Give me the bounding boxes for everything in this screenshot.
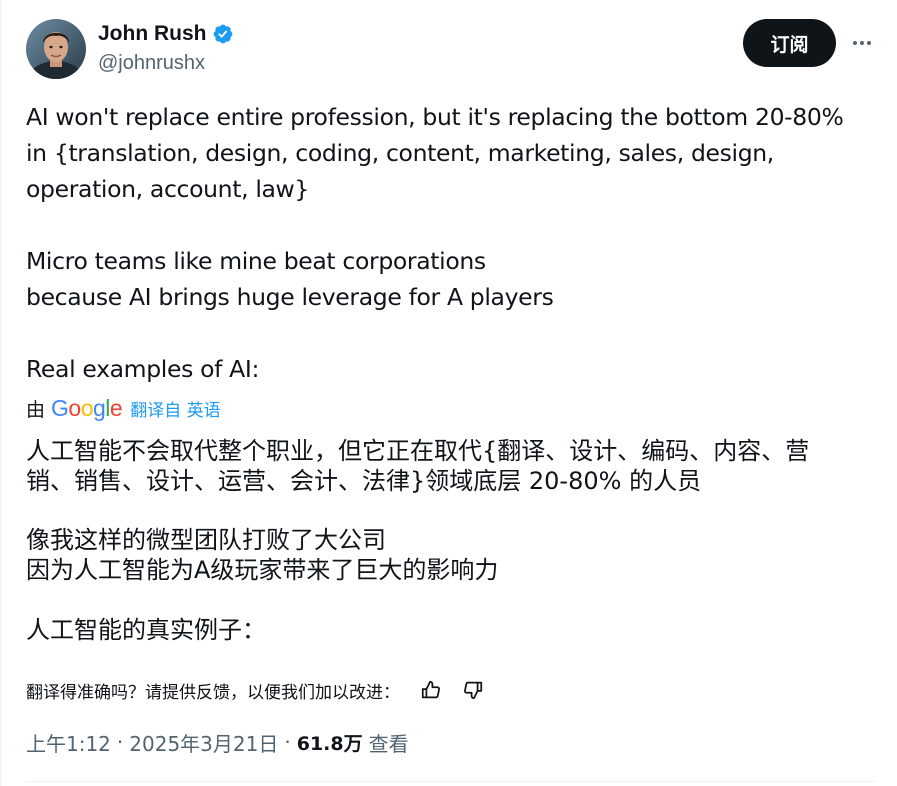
author-handle[interactable]: @johnrushx — [98, 52, 205, 75]
meta-separator: · — [116, 730, 124, 754]
google-logo-letter: e — [109, 394, 123, 421]
views-label[interactable]: 查看 — [369, 728, 409, 757]
author-name[interactable]: John Rush — [98, 22, 207, 46]
left-border — [0, 0, 1, 786]
subscribe-button[interactable]: 订阅 — [743, 19, 836, 67]
tweet-line: operation, account, law} — [26, 175, 310, 203]
translated-line: 人工智能的真实例子： — [26, 616, 266, 644]
avatar-image — [26, 19, 86, 79]
google-logo-letter: o — [80, 394, 94, 421]
thumbs-down-icon[interactable] — [458, 675, 488, 705]
translated-line: 销、销售、设计、运营、会计、法律}领域底层 20-80% 的人员 — [26, 467, 702, 495]
feedback-prompt: 翻译得准确吗？请提供反馈，以便我们加以改进： — [26, 682, 400, 703]
translation-source-link[interactable]: 翻译自 英语 — [130, 396, 220, 421]
meta-separator: · — [284, 730, 291, 754]
google-logo-letter: o — [68, 394, 81, 421]
more-horizontal-icon[interactable] — [845, 26, 879, 60]
tweet-time[interactable]: 上午1:12 — [26, 728, 111, 757]
tweet-meta: 上午1:12 · 2025年3月21日 · 61.8万 查看 — [26, 727, 409, 757]
avatar[interactable] — [26, 19, 86, 79]
thumbs-up-icon[interactable] — [416, 675, 446, 705]
tweet-line: Micro teams like mine beat corporations — [26, 247, 486, 275]
tweet-detail: John Rush @johnrushx 订阅 AI won't replace… — [0, 0, 897, 786]
google-logo-letter: g — [93, 394, 106, 421]
tweet-line: Real examples of AI: — [26, 355, 260, 383]
translation-attribution: 由 Google 翻译自 英语 — [26, 393, 221, 423]
tweet-line: in {translation, design, coding, content… — [26, 139, 774, 167]
tweet-date[interactable]: 2025年3月21日 — [129, 728, 278, 757]
translated-by-label: 由 — [26, 398, 46, 421]
tweet-line: because AI brings huge leverage for A pl… — [26, 283, 554, 311]
google-logo: Google — [51, 394, 123, 422]
divider — [26, 781, 876, 782]
author-name-row[interactable]: John Rush — [98, 20, 234, 48]
google-logo-letter: G — [51, 394, 69, 421]
verified-badge-icon — [212, 23, 234, 45]
translation-feedback: 翻译得准确吗？请提供反馈，以便我们加以改进： — [26, 672, 488, 708]
views-count[interactable]: 61.8万 — [297, 729, 363, 756]
translated-line: 因为人工智能为A级玩家带来了巨大的影响力 — [26, 556, 499, 584]
tweet-line: AI won't replace entire profession, but … — [26, 103, 844, 131]
